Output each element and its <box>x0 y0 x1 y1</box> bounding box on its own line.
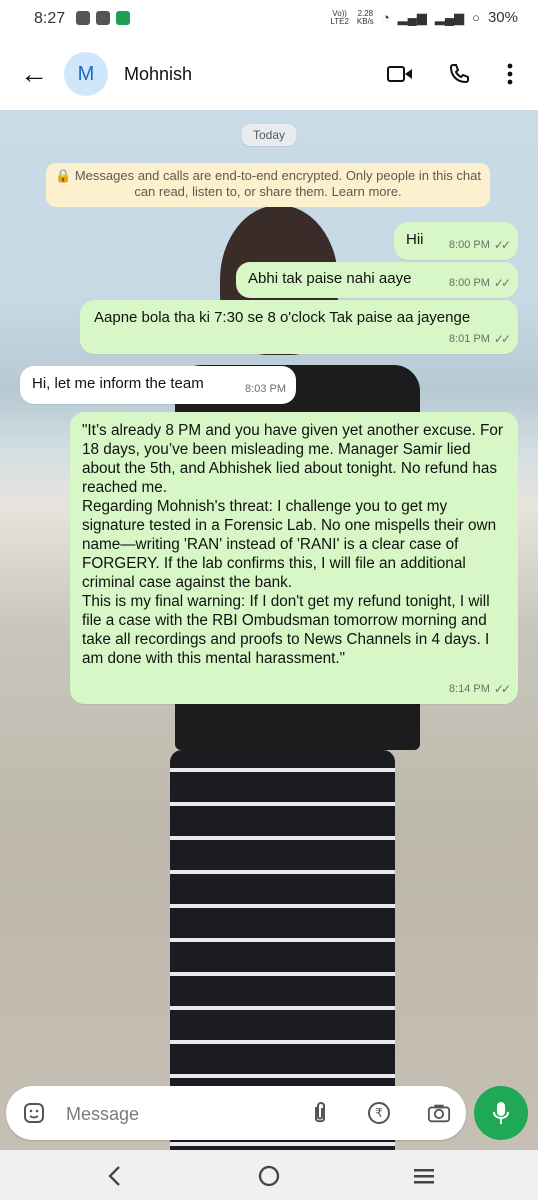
date-chip: Today <box>242 124 296 146</box>
nav-back-icon[interactable] <box>100 1162 128 1190</box>
volte-indicator: Vo)) LTE2 <box>330 8 349 26</box>
wifi-icon: ◔ <box>381 10 390 25</box>
message-text: Hii <box>406 231 424 248</box>
message-outgoing[interactable]: Hii 8:00 PM ✓✓ <box>394 222 518 260</box>
message-time: 8:00 PM <box>448 277 490 289</box>
message-meta: 8:00 PM ✓✓ <box>448 274 511 293</box>
message-outgoing[interactable]: "It’s already 8 PM and you have given ye… <box>70 412 518 704</box>
message-input[interactable] <box>64 1100 288 1128</box>
system-navigation-bar <box>0 1150 538 1200</box>
avatar-initial: M <box>77 62 95 85</box>
attachment-icon[interactable] <box>308 1101 332 1125</box>
double-check-icon: ✓✓ <box>493 238 511 252</box>
encryption-notice[interactable]: 🔒 Messages and calls are end-to-end encr… <box>46 163 490 207</box>
chat-header: ← M Mohnish <box>0 38 538 110</box>
message-outgoing[interactable]: Abhi tak paise nahi aaye 8:00 PM ✓✓ <box>236 262 518 298</box>
message-text: Aapne bola tha ki 7:30 se 8 o'clock Tak … <box>94 309 471 326</box>
message-meta: 8:01 PM ✓✓ <box>448 330 511 349</box>
message-text: Hi, let me inform the team <box>32 375 204 392</box>
status-bar: 8:27 Vo)) LTE2 2.28 KB/s ◔ ▂▄▆ ▂▄▆ ○ 30% <box>0 0 538 38</box>
message-text: Abhi tak paise nahi aaye <box>248 270 412 287</box>
message-meta: 8:14 PM ✓✓ <box>448 680 511 699</box>
battery-icon: ○ <box>472 10 480 25</box>
rupee-payment-icon[interactable]: ₹ <box>367 1101 391 1125</box>
nav-home-icon[interactable] <box>255 1162 283 1190</box>
status-right: Vo)) LTE2 2.28 KB/s ◔ ▂▄▆ ▂▄▆ ○ 30% <box>330 9 518 26</box>
message-text: "It’s already 8 PM and you have given ye… <box>82 422 503 667</box>
battery-percentage: 30% <box>487 9 518 26</box>
app-notification-icon <box>116 11 130 25</box>
double-check-icon: ✓✓ <box>493 682 511 696</box>
nav-recents-icon[interactable] <box>410 1162 438 1190</box>
notification-icons <box>76 11 130 25</box>
more-options-icon[interactable] <box>496 60 524 88</box>
video-call-icon[interactable] <box>386 60 414 88</box>
phone-call-icon[interactable] <box>445 60 473 88</box>
message-time: 8:00 PM <box>448 239 490 251</box>
message-time: 8:14 PM <box>448 683 490 695</box>
message-outgoing[interactable]: Aapne bola tha ki 7:30 se 8 o'clock Tak … <box>80 300 518 354</box>
message-composer: ₹ <box>6 1086 466 1140</box>
status-time: 8:27 <box>34 10 66 27</box>
message-meta: 8:03 PM <box>245 380 286 399</box>
avatar[interactable]: M <box>64 52 108 96</box>
notification-icon <box>96 11 110 25</box>
svg-text:₹: ₹ <box>375 1106 383 1120</box>
microphone-icon <box>493 1102 509 1124</box>
network-speed: 2.28 KB/s <box>356 8 374 26</box>
double-check-icon: ✓✓ <box>493 276 511 290</box>
message-incoming[interactable]: Hi, let me inform the team 8:03 PM <box>20 366 296 404</box>
signal-icon-2: ▂▄▆ <box>434 9 465 25</box>
back-arrow-icon[interactable]: ← <box>20 58 48 90</box>
voice-message-button[interactable] <box>474 1086 528 1140</box>
message-time: 8:03 PM <box>245 383 286 395</box>
facebook-icon <box>76 11 90 25</box>
contact-name[interactable]: Mohnish <box>124 64 192 85</box>
signal-icon-1: ▂▄▆ <box>397 9 427 25</box>
sticker-icon[interactable] <box>22 1101 46 1125</box>
camera-icon[interactable] <box>427 1101 451 1125</box>
message-time: 8:01 PM <box>448 333 490 345</box>
double-check-icon: ✓✓ <box>493 332 511 346</box>
message-meta: 8:00 PM ✓✓ <box>448 236 511 255</box>
